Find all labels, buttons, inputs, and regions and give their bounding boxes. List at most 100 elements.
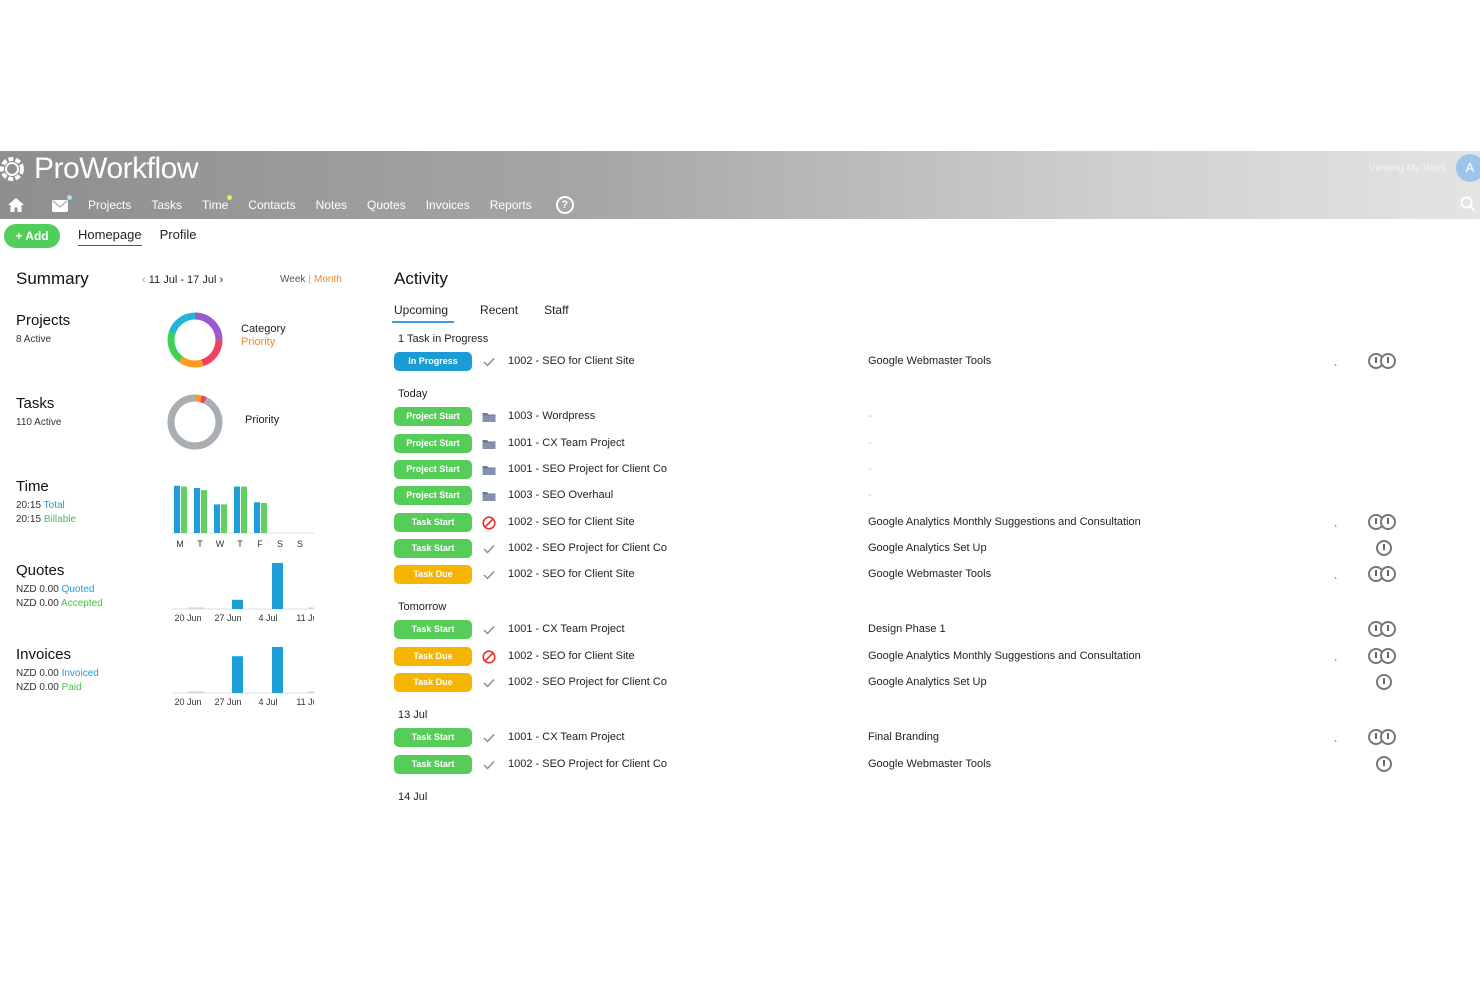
time-bar[interactable]	[241, 486, 247, 533]
folder-icon[interactable]	[482, 489, 496, 503]
activity-task-name[interactable]: Google Analytics Monthly Suggestions and…	[868, 516, 1141, 528]
activity-row[interactable]: Project Start 1003 - Wordpress -	[394, 407, 1414, 427]
activity-task-name[interactable]: -	[868, 437, 872, 449]
check-icon[interactable]	[482, 676, 496, 690]
blocked-icon[interactable]	[482, 650, 496, 664]
activity-row[interactable]: In Progress 1002 - SEO for Client Site Goo…	[394, 352, 1414, 372]
tab-profile[interactable]: Profile	[160, 227, 197, 245]
projects-legend-category[interactable]: Category	[241, 323, 286, 335]
activity-project-title[interactable]: 1002 - SEO for Client Site	[508, 355, 635, 367]
tasks-donut-slice[interactable]	[167, 394, 223, 450]
nav-quotes[interactable]: Quotes	[367, 198, 406, 212]
folder-icon[interactable]	[482, 437, 496, 451]
activity-task-name[interactable]: Google Analytics Set Up	[868, 676, 987, 688]
avatar[interactable]: A	[1456, 154, 1480, 182]
activity-project-title[interactable]: 1002 - SEO Project for Client Co	[508, 758, 667, 770]
tasks-legend-priority[interactable]: Priority	[245, 414, 279, 426]
clock-icon[interactable]	[1380, 647, 1396, 664]
help-icon[interactable]: ?	[555, 196, 574, 214]
projects-legend-priority[interactable]: Priority	[241, 336, 286, 348]
expand-chevron-icon[interactable]: ˎ	[1334, 731, 1338, 743]
clock-icon[interactable]	[1376, 755, 1392, 772]
activity-task-name[interactable]: Final Branding	[868, 731, 939, 743]
activity-project-title[interactable]: 1001 - SEO Project for Client Co	[508, 463, 667, 475]
tab-recent[interactable]: Recent	[480, 303, 518, 323]
period-month[interactable]: Month	[314, 274, 342, 285]
activity-row[interactable]: Task Start 1001 - CX Team Project Design P…	[394, 620, 1414, 640]
check-icon[interactable]	[482, 623, 496, 637]
check-icon[interactable]	[482, 355, 496, 369]
clock-icon[interactable]	[1380, 513, 1396, 530]
clock-icon[interactable]	[1380, 566, 1396, 583]
activity-project-title[interactable]: 1001 - CX Team Project	[508, 731, 625, 743]
user-label[interactable]: Viewing My Work	[1369, 163, 1446, 174]
period-week[interactable]: Week	[280, 274, 305, 285]
time-bar[interactable]	[234, 486, 240, 533]
activity-row[interactable]: Project Start 1001 - CX Team Project -	[394, 433, 1414, 454]
add-button[interactable]: + Add	[4, 224, 60, 248]
activity-row[interactable]: Project Start 1001 - SEO Project for Clie…	[394, 459, 1414, 480]
activity-row[interactable]: Task Start 1001 - CX Team Project Final Br…	[394, 728, 1414, 748]
logo[interactable]: ProWorkflow	[0, 151, 198, 187]
activity-project-title[interactable]: 1002 - SEO Project for Client Co	[508, 676, 667, 688]
time-bar[interactable]	[214, 504, 220, 533]
search-icon[interactable]	[1460, 196, 1476, 212]
activity-project-title[interactable]: 1002 - SEO Project for Client Co	[508, 542, 667, 554]
tasks-donut-chart[interactable]	[164, 391, 226, 453]
activity-task-name[interactable]: Google Webmaster Tools	[868, 758, 991, 770]
activity-project-title[interactable]: 1002 - SEO for Client Site	[508, 516, 635, 528]
time-bar[interactable]	[201, 490, 207, 533]
home-icon[interactable]	[8, 198, 24, 212]
clock-icon[interactable]	[1376, 539, 1392, 556]
check-icon[interactable]	[482, 758, 496, 772]
nav-projects[interactable]: Projects	[88, 198, 131, 212]
nav-notes[interactable]: Notes	[316, 198, 347, 212]
expand-chevron-icon[interactable]: ˎ	[1334, 355, 1338, 367]
tab-staff[interactable]: Staff	[544, 303, 568, 323]
activity-task-name[interactable]: Google Analytics Monthly Suggestions and…	[868, 650, 1141, 662]
activity-task-name[interactable]: -	[868, 463, 872, 475]
nav-tasks[interactable]: Tasks	[151, 198, 182, 212]
activity-task-name[interactable]: Google Analytics Set Up	[868, 542, 987, 554]
activity-task-name[interactable]: Google Webmaster Tools	[868, 568, 991, 580]
expand-chevron-icon[interactable]: ˎ	[1334, 650, 1338, 662]
activity-task-name[interactable]: -	[868, 489, 872, 501]
clock-icon[interactable]	[1376, 674, 1392, 690]
expand-chevron-icon[interactable]: ˎ	[1334, 568, 1338, 580]
time-bar[interactable]	[261, 503, 267, 533]
folder-icon[interactable]	[482, 463, 496, 477]
folder-icon[interactable]	[482, 410, 496, 424]
time-bar-chart[interactable]: MTWTFSS	[154, 469, 314, 549]
projects-donut-chart[interactable]	[164, 309, 226, 371]
time-bar[interactable]	[174, 485, 180, 533]
expand-chevron-icon[interactable]: ˎ	[1334, 516, 1338, 528]
tab-homepage[interactable]: Homepage	[78, 227, 142, 246]
clock-icon[interactable]	[1380, 353, 1396, 369]
activity-project-title[interactable]: 1001 - CX Team Project	[508, 623, 625, 635]
nav-contacts[interactable]: Contacts	[248, 198, 295, 212]
invoices-bar[interactable]	[272, 647, 283, 693]
activity-project-title[interactable]: 1002 - SEO for Client Site	[508, 650, 635, 662]
activity-row[interactable]: Task Due 1002 - SEO for Client Site Google…	[394, 565, 1414, 585]
invoices-bar[interactable]	[232, 656, 243, 693]
time-bar[interactable]	[254, 502, 260, 533]
activity-row[interactable]: Task Start 1002 - SEO Project for Client …	[394, 754, 1414, 775]
quotes-bar-chart[interactable]: 20 Jun 27 Jun 4 Jul 11 Jul	[154, 551, 314, 623]
date-next-button[interactable]: ›	[219, 274, 223, 286]
quotes-bar[interactable]	[232, 599, 243, 609]
activity-project-title[interactable]: 1003 - Wordpress	[508, 410, 595, 422]
check-icon[interactable]	[482, 731, 496, 745]
activity-row[interactable]: Project Start 1003 - SEO Overhaul -	[394, 486, 1414, 506]
mail-icon[interactable]	[52, 195, 72, 212]
activity-row[interactable]: Task Due 1002 - SEO Project for Client Co…	[394, 673, 1414, 693]
activity-row[interactable]: Task Start 1002 - SEO for Client Site Goog…	[394, 512, 1414, 533]
quotes-bar[interactable]	[272, 563, 283, 609]
activity-row[interactable]: Task Start 1002 - SEO Project for Client …	[394, 538, 1414, 559]
clock-icon[interactable]	[1380, 621, 1396, 638]
activity-task-name[interactable]: Google Webmaster Tools	[868, 355, 991, 367]
time-bar[interactable]	[194, 488, 200, 533]
activity-project-title[interactable]: 1001 - CX Team Project	[508, 437, 625, 449]
blocked-icon[interactable]	[482, 515, 496, 530]
date-prev-button[interactable]: ‹	[142, 274, 146, 286]
nav-time[interactable]: Time	[202, 195, 233, 212]
